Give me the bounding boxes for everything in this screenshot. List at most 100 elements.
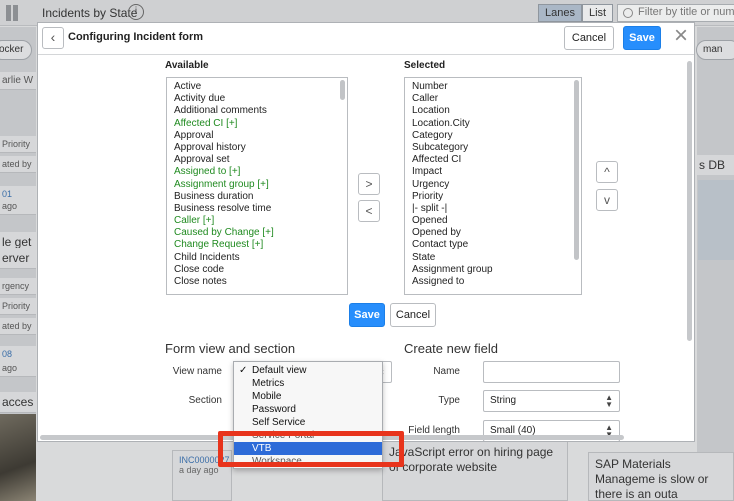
selected-field-item[interactable]: Location.City bbox=[405, 118, 581, 130]
incident-title: JavaScript error on hiring page of corpo… bbox=[389, 445, 554, 474]
move-right-button[interactable]: > bbox=[358, 173, 380, 195]
available-field-item[interactable]: Close code bbox=[167, 264, 347, 276]
right-lane bbox=[697, 27, 734, 501]
selected-field-item[interactable]: Affected CI bbox=[405, 154, 581, 166]
available-label: Available bbox=[165, 60, 209, 71]
close-icon[interactable]: × bbox=[670, 24, 692, 50]
left-card-created: ated by bbox=[0, 156, 36, 173]
type-select[interactable]: String ▲ ▼ bbox=[483, 390, 620, 412]
chevron-left-icon: < bbox=[365, 204, 373, 218]
filter-input[interactable]: Filter by title or numb bbox=[617, 4, 734, 22]
available-field-item[interactable]: Approval set bbox=[167, 154, 347, 166]
section-label: Section bbox=[188, 395, 222, 406]
board-title: Incidents by State bbox=[42, 6, 138, 20]
available-field-item[interactable]: Change Request [+] bbox=[167, 239, 347, 251]
modal-title: Configuring Incident form bbox=[68, 31, 204, 43]
modal-vertical-scrollbar[interactable] bbox=[687, 61, 692, 341]
save-button[interactable]: Save bbox=[623, 26, 661, 50]
incident-title-2: SAP Materials Manageme is slow or there … bbox=[595, 457, 709, 501]
chevron-down-icon: v bbox=[604, 193, 610, 207]
left-card-ago-2: ago bbox=[0, 360, 36, 377]
selected-field-item[interactable]: Impact bbox=[405, 166, 581, 178]
left-card-created-2: ated by bbox=[0, 318, 36, 335]
available-field-item[interactable]: Business resolve time bbox=[167, 203, 347, 215]
left-card-priority: Priority bbox=[0, 136, 36, 153]
view-tabs: Lanes List bbox=[538, 4, 614, 22]
left-card-ago: ago bbox=[0, 198, 36, 215]
move-left-button[interactable]: < bbox=[358, 200, 380, 222]
selected-field-item[interactable]: Caller bbox=[405, 93, 581, 105]
selected-field-item[interactable]: Contact type bbox=[405, 239, 581, 251]
selected-list-scrollbar[interactable] bbox=[574, 80, 579, 260]
name-input[interactable] bbox=[483, 361, 620, 383]
cancel-button[interactable]: Cancel bbox=[564, 26, 614, 50]
available-list-scrollbar[interactable] bbox=[340, 80, 345, 100]
dropdown-option[interactable]: Password bbox=[234, 403, 382, 416]
available-field-item[interactable]: Affected CI [+] bbox=[167, 118, 347, 130]
move-up-button[interactable]: ^ bbox=[596, 161, 618, 183]
right-card-thumbnail bbox=[698, 180, 734, 260]
available-field-item[interactable]: Assignment group [+] bbox=[167, 179, 347, 191]
available-field-item[interactable]: Business duration bbox=[167, 191, 347, 203]
card-photo bbox=[0, 414, 36, 501]
dropdown-option-label: Self Service bbox=[252, 417, 306, 428]
chevron-up-icon: ^ bbox=[604, 165, 610, 179]
available-field-item[interactable]: Approval bbox=[167, 130, 347, 142]
available-field-item[interactable]: Caused by Change [+] bbox=[167, 227, 347, 239]
selected-field-item[interactable]: State bbox=[405, 252, 581, 264]
modal-header: ‹ Configuring Incident form Cancel Save bbox=[38, 23, 694, 55]
info-icon[interactable]: i bbox=[128, 4, 144, 20]
tab-lanes[interactable]: Lanes bbox=[538, 4, 582, 22]
checkmark-icon: ✓ bbox=[239, 365, 248, 376]
left-card-title-3: acces bbox=[0, 392, 36, 413]
selected-field-item[interactable]: Opened bbox=[405, 215, 581, 227]
available-field-item[interactable]: Child Incidents bbox=[167, 252, 347, 264]
left-card-caller: arlie W bbox=[0, 72, 36, 90]
available-field-item[interactable]: Active bbox=[167, 81, 347, 93]
dropdown-option-label: Password bbox=[252, 404, 296, 415]
dropdown-option[interactable]: Metrics bbox=[234, 377, 382, 390]
lane-filter-pill[interactable]: ocker bbox=[0, 40, 32, 60]
selected-field-item[interactable]: Assigned to bbox=[405, 276, 581, 288]
dropdown-option[interactable]: Mobile bbox=[234, 390, 382, 403]
available-field-item[interactable]: Activity due bbox=[167, 93, 347, 105]
selected-field-item[interactable]: Category bbox=[405, 130, 581, 142]
list-cancel-button[interactable]: Cancel bbox=[390, 303, 436, 327]
select-caret-icon: ▲▼ bbox=[605, 393, 613, 409]
selected-field-item[interactable]: Location bbox=[405, 105, 581, 117]
bottom-card-3[interactable]: SAP Materials Manageme is slow or there … bbox=[588, 452, 734, 501]
available-field-item[interactable]: Additional comments bbox=[167, 105, 347, 117]
selected-field-item[interactable]: Subcategory bbox=[405, 142, 581, 154]
right-card-title: s DB bbox=[697, 155, 734, 175]
view-name-label: View name bbox=[172, 366, 222, 377]
available-field-item[interactable]: Caller [+] bbox=[167, 215, 347, 227]
available-field-item[interactable]: Approval history bbox=[167, 142, 347, 154]
selected-label: Selected bbox=[404, 60, 446, 71]
name-label: Name bbox=[433, 366, 460, 377]
create-field-title: Create new field bbox=[404, 341, 498, 356]
move-down-button[interactable]: v bbox=[596, 189, 618, 211]
available-field-item[interactable]: Close notes bbox=[167, 276, 347, 288]
right-lane-pill[interactable]: man bbox=[696, 40, 734, 60]
selected-field-item[interactable]: Number bbox=[405, 81, 581, 93]
list-save-button[interactable]: Save bbox=[349, 303, 385, 327]
chevron-right-icon: > bbox=[365, 177, 373, 191]
dropdown-option-label: Default view bbox=[252, 365, 307, 376]
available-field-item[interactable]: Assigned to [+] bbox=[167, 166, 347, 178]
selected-field-item[interactable]: Urgency bbox=[405, 179, 581, 191]
left-card-urgency: rgency bbox=[0, 278, 36, 295]
dropdown-option-label: Mobile bbox=[252, 391, 282, 402]
type-label: Type bbox=[438, 395, 460, 406]
dropdown-option[interactable]: ✓ Default view bbox=[234, 364, 382, 377]
bottom-card-2[interactable]: JavaScript error on hiring page of corpo… bbox=[382, 440, 568, 501]
dropdown-option[interactable]: Self Service bbox=[234, 416, 382, 429]
selected-field-item[interactable]: Assignment group bbox=[405, 264, 581, 276]
selected-fields-list[interactable]: Number Caller Location Location.City Categor… bbox=[404, 77, 582, 295]
selected-field-item[interactable]: Opened by bbox=[405, 227, 581, 239]
dropdown-option-label: Metrics bbox=[252, 378, 285, 389]
tab-list[interactable]: List bbox=[581, 4, 614, 22]
selected-field-item[interactable]: Priority bbox=[405, 191, 581, 203]
available-fields-list[interactable]: Active Activity due Additional comments Aff… bbox=[166, 77, 348, 295]
back-button[interactable]: ‹ bbox=[42, 27, 64, 49]
selected-field-item[interactable]: |- split -| bbox=[405, 203, 581, 215]
